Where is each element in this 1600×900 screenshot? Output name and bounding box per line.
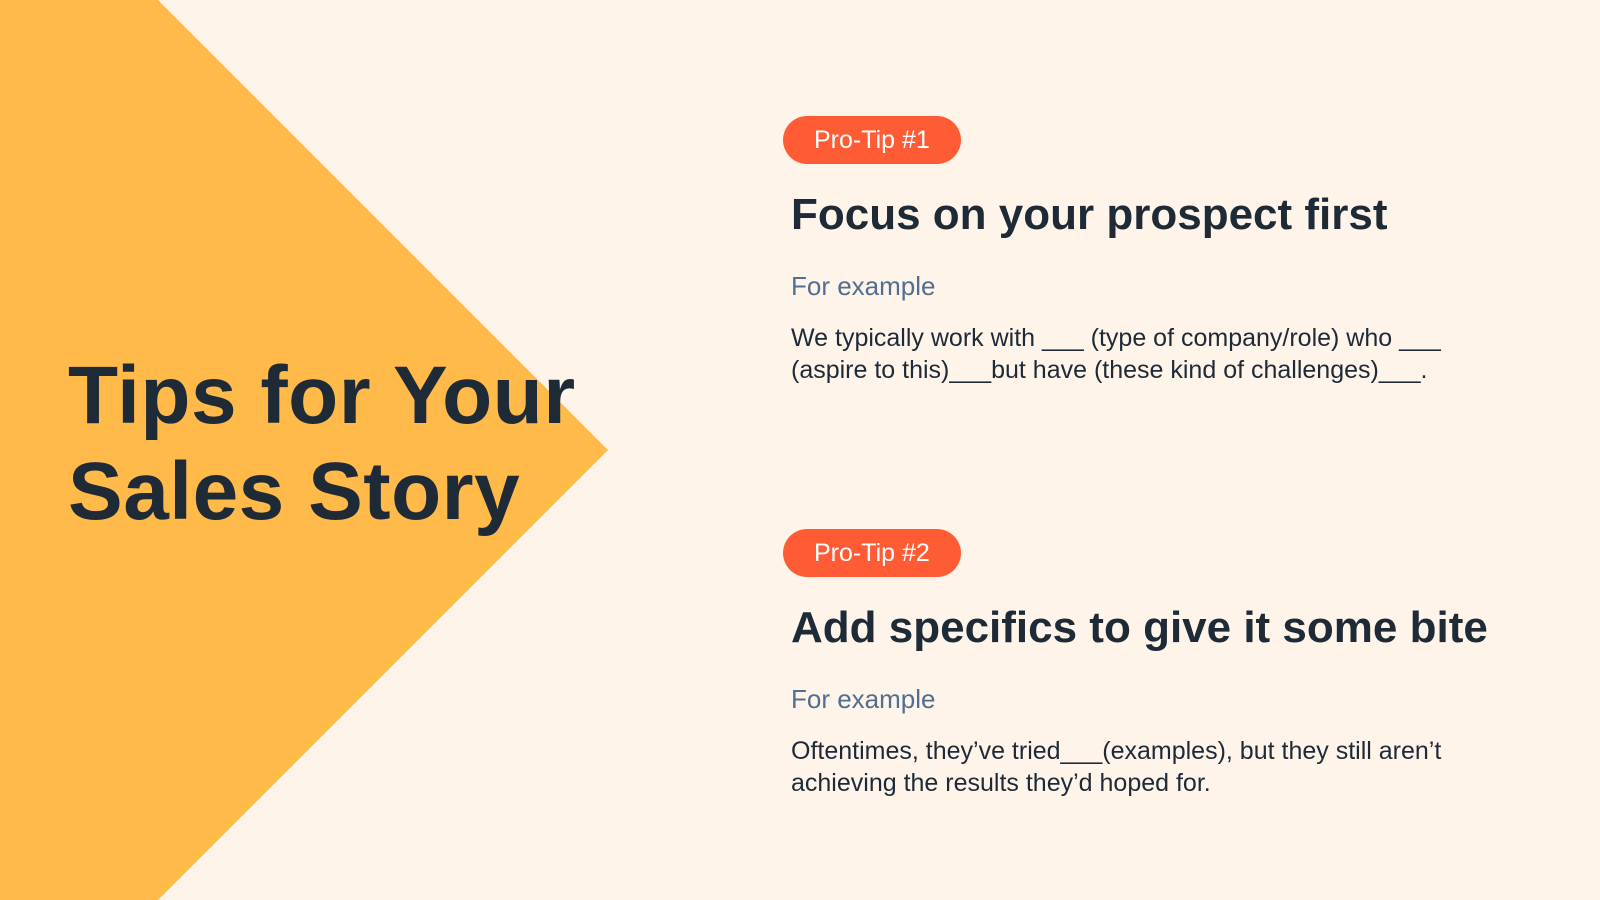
example-label: For example	[791, 684, 936, 714]
page-title-line-1: Tips for Your	[68, 350, 576, 441]
example-text: Oftentimes, they’ve tried___(examples), …	[791, 737, 1442, 797]
example-label: For example	[791, 271, 936, 301]
pro-tip-heading: Focus on your prospect first	[791, 190, 1388, 239]
pro-tip-1: Pro-Tip #1 Focus on your prospect first …	[783, 116, 1573, 386]
pro-tip-badge: Pro-Tip #2	[783, 529, 961, 577]
page-title: Tips for Your Sales Story	[68, 348, 576, 540]
pro-tip-heading: Add specifics to give it some bite	[791, 603, 1488, 652]
page-title-line-2: Sales Story	[68, 446, 521, 537]
pro-tip-2: Pro-Tip #2 Add specifics to give it some…	[783, 529, 1573, 799]
example-text: We typically work with ___ (type of comp…	[791, 324, 1441, 384]
pro-tip-badge: Pro-Tip #1	[783, 116, 961, 164]
slide: Tips for Your Sales Story Pro-Tip #1 Foc…	[0, 0, 1600, 900]
